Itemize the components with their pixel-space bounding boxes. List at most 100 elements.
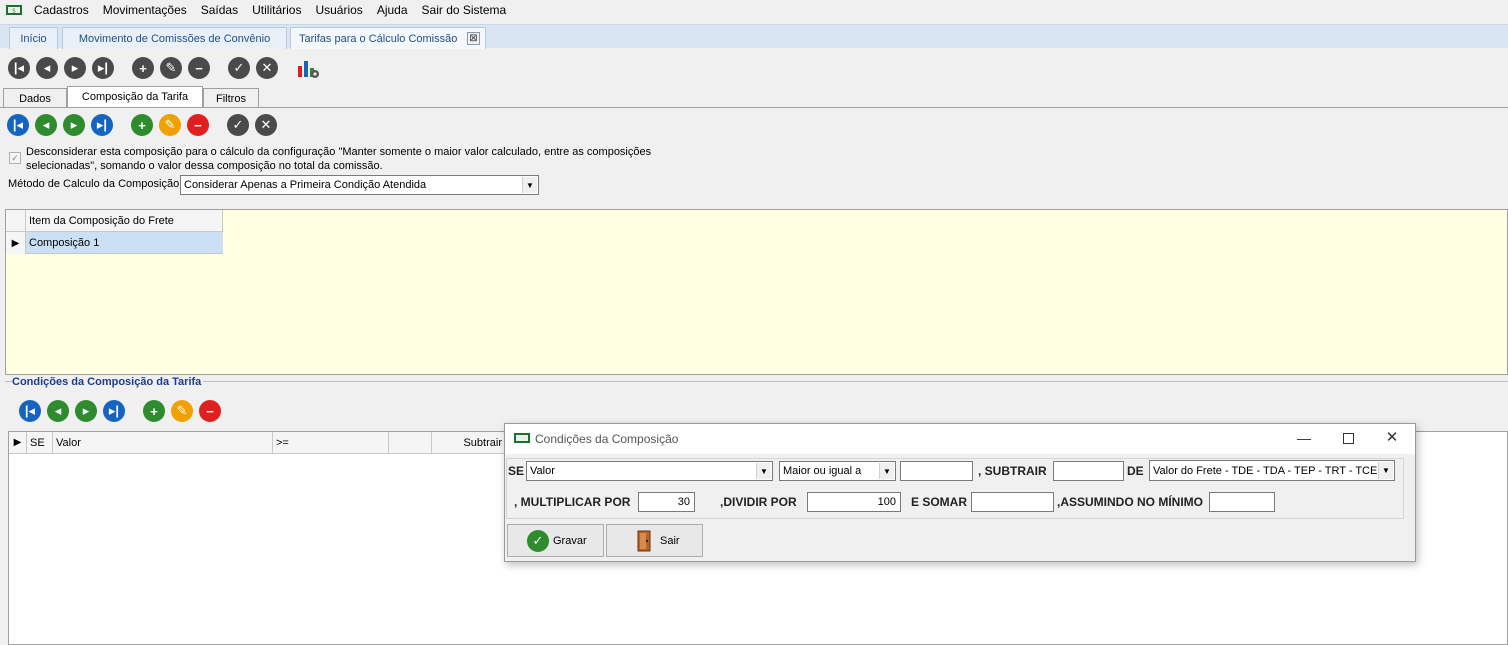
composition-delete-icon[interactable]: − xyxy=(187,114,209,136)
tab-tarifas-label: Tarifas para o Cálculo Comissão xyxy=(299,32,458,45)
page-tab-strip: Início Movimento de Comissões de Convêni… xyxy=(0,24,1508,49)
row-indicator-icon: ▶ xyxy=(9,432,27,454)
dividir-label: ,DIVIDIR POR xyxy=(720,495,797,509)
method-label: Método de Calculo da Composição xyxy=(8,178,180,190)
condition-next-icon[interactable]: ▸ xyxy=(75,400,97,422)
cancel-icon[interactable]: ✕ xyxy=(256,57,278,79)
subtab-composicao-tarifa[interactable]: Composição da Tarifa xyxy=(67,86,203,107)
compare-value-input[interactable] xyxy=(900,461,973,481)
app-logo-icon xyxy=(514,433,530,443)
condition-delete-icon[interactable]: − xyxy=(199,400,221,422)
menu-saidas[interactable]: Saídas xyxy=(194,0,245,20)
grid-header-blank[interactable] xyxy=(389,432,432,454)
conditions-toolbar: |◂ ◂ ▸ ▸| + ✎ − xyxy=(19,400,227,422)
condition-first-icon[interactable]: |◂ xyxy=(19,400,41,422)
chevron-down-icon: ▼ xyxy=(756,463,771,479)
subtab-dados[interactable]: Dados xyxy=(3,88,67,108)
report-chart-icon[interactable] xyxy=(296,56,320,80)
se-field-value: Valor xyxy=(530,465,555,477)
composition-items-grid: Item da Composição do Frete ▶ Composição… xyxy=(5,209,1508,375)
close-tab-icon[interactable]: ⊠ xyxy=(467,32,480,45)
close-icon[interactable]: ✕ xyxy=(1377,426,1407,450)
de-select[interactable]: Valor do Frete - TDE - TDA - TEP - TRT -… xyxy=(1149,460,1395,481)
edit-icon[interactable]: ✎ xyxy=(160,57,182,79)
minimize-icon[interactable]: — xyxy=(1289,426,1319,450)
subtab-dados-label: Dados xyxy=(19,92,51,105)
add-icon[interactable]: + xyxy=(132,57,154,79)
chevron-down-icon: ▼ xyxy=(1378,462,1393,479)
menu-movimentacoes[interactable]: Movimentações xyxy=(96,0,194,20)
composition-confirm-icon[interactable]: ✓ xyxy=(227,114,249,136)
de-value: Valor do Frete - TDE - TDA - TEP - TRT -… xyxy=(1153,464,1378,477)
tab-inicio[interactable]: Início xyxy=(9,27,58,49)
operator-select[interactable]: Maior ou igual a ▼ xyxy=(779,461,896,481)
menu-ajuda[interactable]: Ajuda xyxy=(370,0,415,20)
grid-header-subtrair[interactable]: Subtrair xyxy=(432,432,507,454)
composition-last-icon[interactable]: ▸| xyxy=(91,114,113,136)
condition-previous-icon[interactable]: ◂ xyxy=(47,400,69,422)
conditions-title: Condições da Composição da Tarifa xyxy=(12,376,204,388)
disregard-checkbox[interactable]: ✓ xyxy=(9,152,21,164)
multiplicar-label: , MULTIPLICAR POR xyxy=(514,495,631,509)
minimo-input[interactable] xyxy=(1209,492,1275,512)
chevron-down-icon: ▼ xyxy=(522,177,537,193)
subtab-filtros[interactable]: Filtros xyxy=(203,88,259,108)
previous-record-icon[interactable]: ◂ xyxy=(36,57,58,79)
subtrair-label: , SUBTRAIR xyxy=(978,464,1047,478)
tab-inicio-label: Início xyxy=(20,32,47,45)
app-logo-icon: S xyxy=(6,5,22,15)
table-row[interactable]: Composição 1 xyxy=(26,232,223,254)
condition-edit-icon[interactable]: ✎ xyxy=(171,400,193,422)
subtab-composicao-label: Composição da Tarifa xyxy=(81,91,189,103)
subtrair-input[interactable] xyxy=(1053,461,1124,481)
method-select[interactable]: Considerar Apenas a Primeira Condição At… xyxy=(180,175,539,195)
composition-first-icon[interactable]: |◂ xyxy=(7,114,29,136)
tab-tarifas-calculo[interactable]: Tarifas para o Cálculo Comissão ⊠ xyxy=(290,27,486,49)
composition-previous-icon[interactable]: ◂ xyxy=(35,114,57,136)
sair-button[interactable]: Sair xyxy=(606,524,703,557)
composition-toolbar: |◂ ◂ ▸ ▸| + ✎ − ✓ ✕ xyxy=(7,114,283,136)
exit-door-icon xyxy=(637,530,651,551)
first-record-icon[interactable]: |◂ xyxy=(8,57,30,79)
grid-header-item[interactable]: Item da Composição do Frete xyxy=(26,210,223,232)
svg-text:S: S xyxy=(12,9,15,15)
method-select-value: Considerar Apenas a Primeira Condição At… xyxy=(184,179,427,191)
dialog-title: Condições da Composição xyxy=(535,432,679,446)
minimo-label: ,ASSUMINDO NO MÍNIMO xyxy=(1057,495,1203,509)
delete-icon[interactable]: − xyxy=(188,57,210,79)
menu-usuarios[interactable]: Usuários xyxy=(308,0,369,20)
main-toolbar: |◂ ◂ ▸ ▸| + ✎ − ✓ ✕ xyxy=(8,56,320,80)
dividir-input[interactable]: 100 xyxy=(807,492,901,512)
last-record-icon[interactable]: ▸| xyxy=(92,57,114,79)
next-record-icon[interactable]: ▸ xyxy=(64,57,86,79)
gravar-button[interactable]: ✓ Gravar xyxy=(507,524,604,557)
menu-utilitarios[interactable]: Utilitários xyxy=(245,0,308,20)
row-indicator-icon: ▶ xyxy=(6,232,26,254)
composition-edit-icon[interactable]: ✎ xyxy=(159,114,181,136)
condition-last-icon[interactable]: ▸| xyxy=(103,400,125,422)
condition-add-icon[interactable]: + xyxy=(143,400,165,422)
grid-header-operator[interactable]: >= xyxy=(273,432,389,454)
subtab-filtros-label: Filtros xyxy=(216,92,246,105)
sair-label: Sair xyxy=(660,534,680,547)
multiplicar-input[interactable]: 30 xyxy=(638,492,695,512)
disregard-label-line2: selecionadas", somando o valor dessa com… xyxy=(26,160,383,172)
menu-cadastros[interactable]: Cadastros xyxy=(27,0,96,20)
composition-next-icon[interactable]: ▸ xyxy=(63,114,85,136)
somar-input[interactable] xyxy=(971,492,1054,512)
tab-movimento-comissoes[interactable]: Movimento de Comissões de Convênio xyxy=(62,27,287,49)
grid-corner xyxy=(6,210,26,232)
grid-header-valor[interactable]: Valor xyxy=(53,432,273,454)
composition-cancel-icon[interactable]: ✕ xyxy=(255,114,277,136)
check-icon: ✓ xyxy=(527,529,549,552)
composition-add-icon[interactable]: + xyxy=(131,114,153,136)
se-field-select[interactable]: Valor ▼ xyxy=(526,461,773,481)
menu-sair-do-sistema[interactable]: Sair do Sistema xyxy=(415,0,514,20)
operator-value: Maior ou igual a xyxy=(783,465,862,477)
grid-header-se[interactable]: SE xyxy=(27,432,53,454)
chevron-down-icon: ▼ xyxy=(879,463,894,479)
maximize-icon[interactable] xyxy=(1333,426,1363,450)
tab-movimento-label: Movimento de Comissões de Convênio xyxy=(78,32,271,45)
confirm-icon[interactable]: ✓ xyxy=(228,57,250,79)
menu-bar: S Cadastros Movimentações Saídas Utilitá… xyxy=(0,0,1508,20)
